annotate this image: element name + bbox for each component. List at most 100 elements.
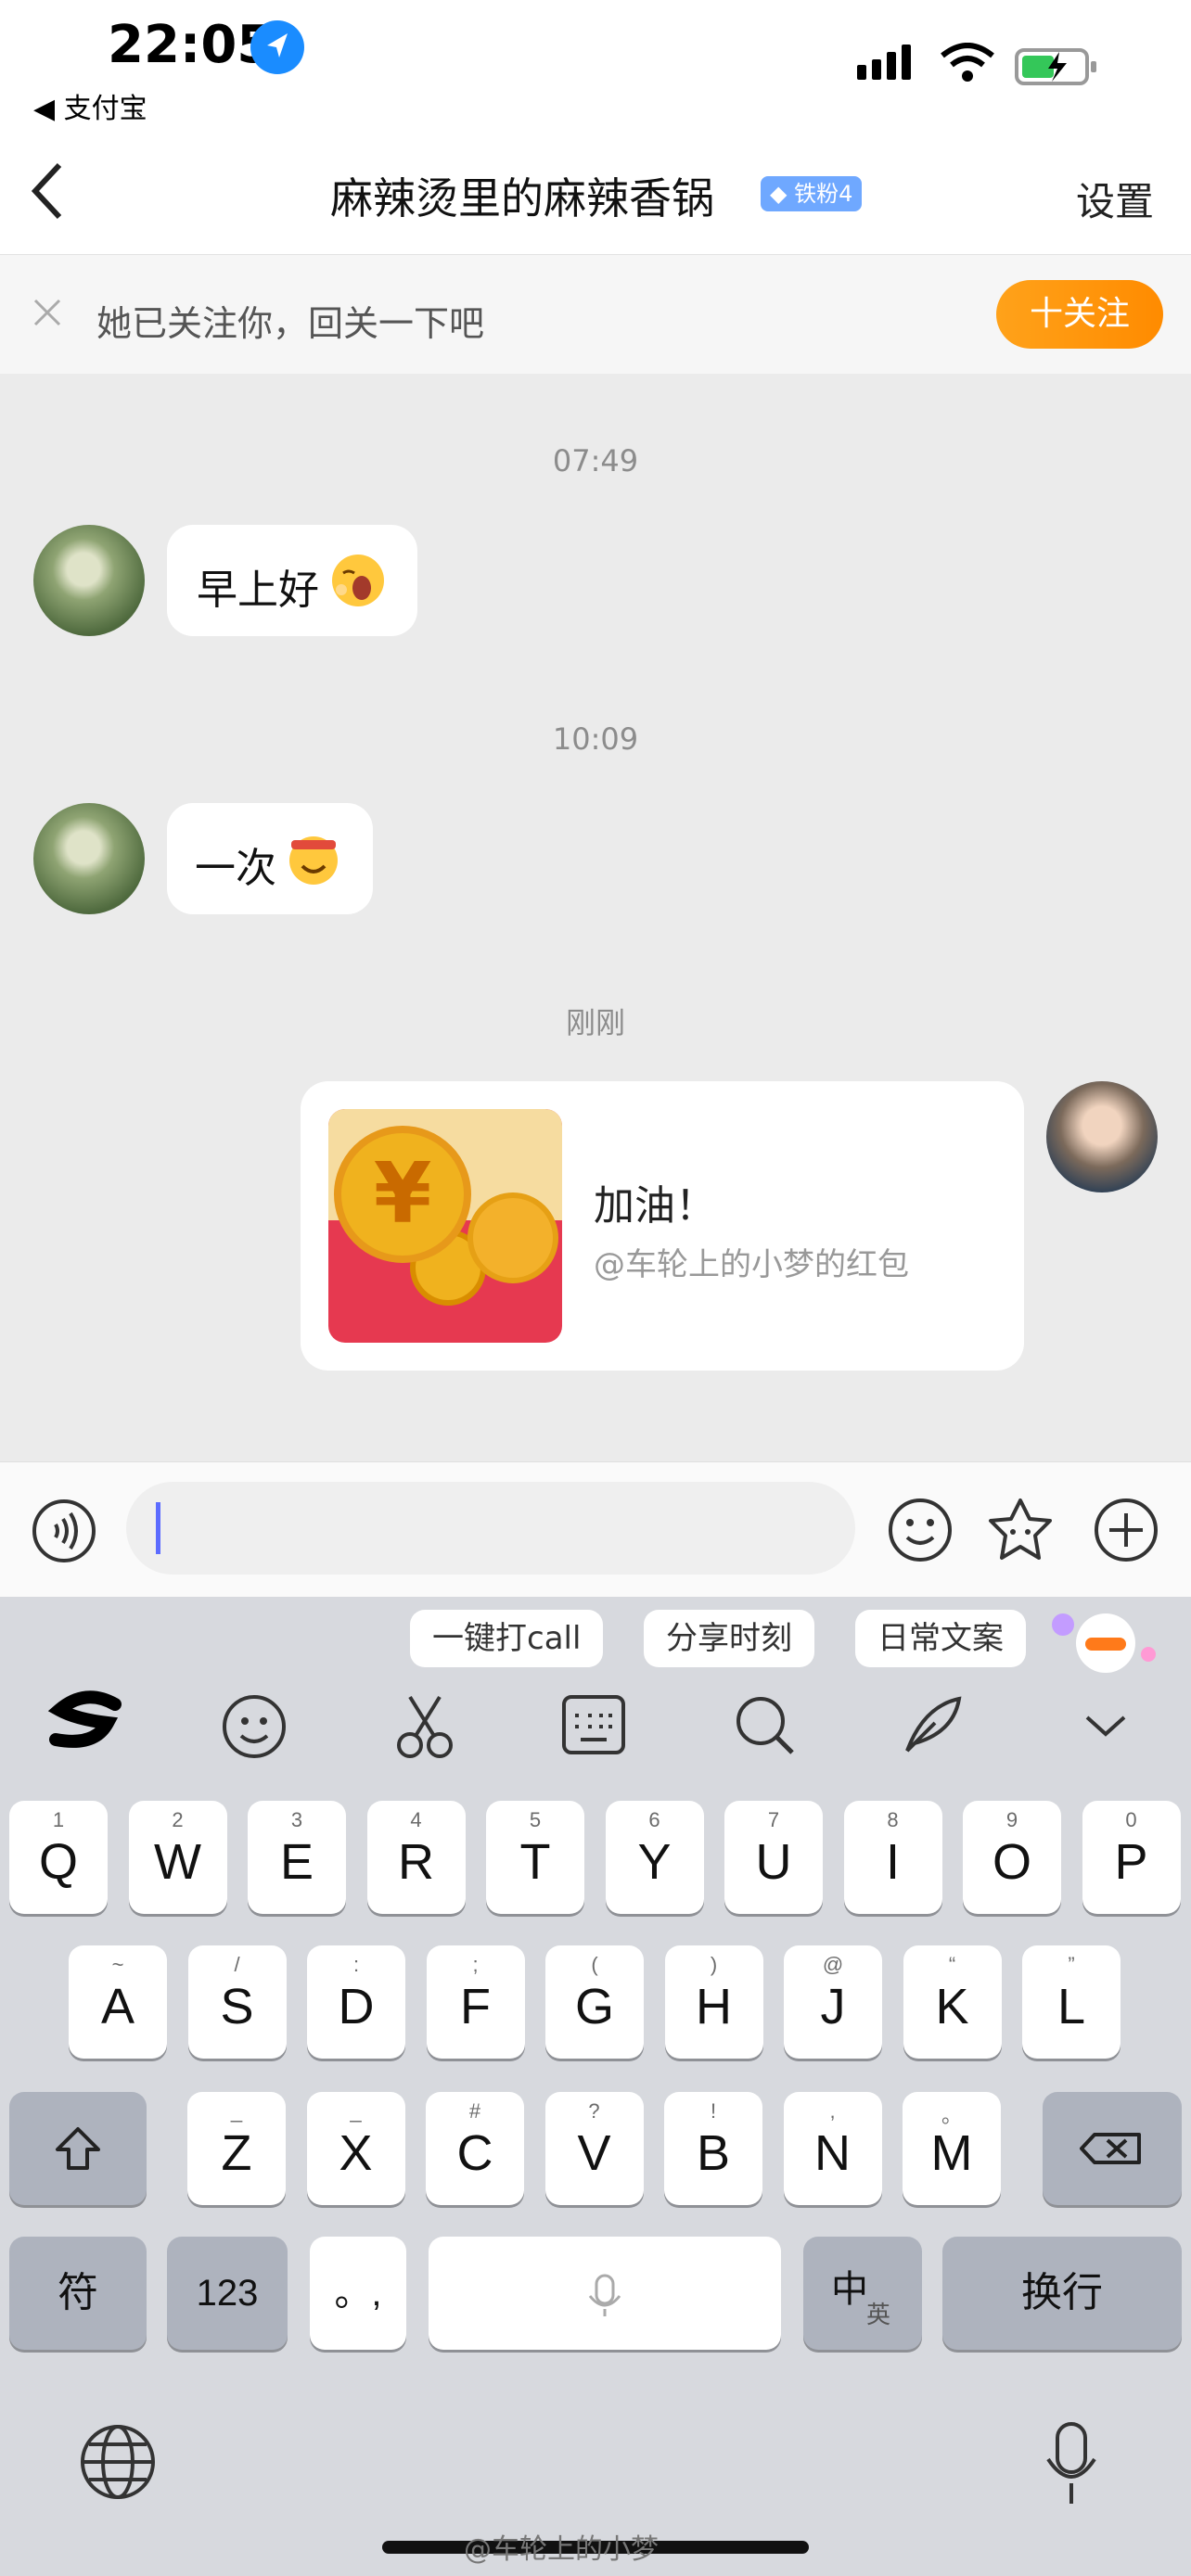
backspace-key[interactable] bbox=[1043, 2092, 1182, 2205]
chat-title: 麻辣烫里的麻辣香锅 bbox=[330, 173, 714, 223]
text-cursor bbox=[156, 1502, 160, 1554]
language-sub-label: 英 bbox=[866, 2301, 891, 2328]
key-h[interactable]: ) H bbox=[664, 1945, 763, 2059]
close-icon[interactable] bbox=[32, 297, 63, 328]
red-packet-title: 加油！ bbox=[594, 1182, 716, 1230]
key-label: M bbox=[930, 2125, 973, 2181]
message-bubble[interactable]: 早上好 bbox=[167, 525, 417, 636]
key-label: N bbox=[814, 2125, 851, 2181]
key-w[interactable]: 2W bbox=[128, 1801, 227, 1914]
coin-icon bbox=[467, 1192, 558, 1283]
key-hint: ? bbox=[588, 2099, 600, 2123]
sogou-logo-icon[interactable] bbox=[39, 1678, 132, 1771]
message-text: 早上好 bbox=[197, 567, 319, 614]
key-l[interactable]: ” L bbox=[1022, 1945, 1121, 2059]
timestamp: 07:49 bbox=[552, 443, 639, 478]
key-label: H bbox=[696, 1979, 732, 2034]
key-p[interactable]: 0P bbox=[1082, 1801, 1181, 1914]
key-y[interactable]: 6Y bbox=[605, 1801, 704, 1914]
key-label: Y bbox=[637, 1834, 672, 1890]
back-icon[interactable] bbox=[30, 161, 67, 221]
keyboard-layout-icon[interactable] bbox=[547, 1678, 640, 1771]
key-o[interactable]: 9O bbox=[963, 1801, 1061, 1914]
key-v[interactable]: ? V bbox=[544, 2092, 644, 2205]
suggestion-chip[interactable]: 分享时刻 bbox=[644, 1610, 814, 1667]
suggestion-chip[interactable]: 日常文案 bbox=[855, 1610, 1026, 1667]
battery-icon bbox=[1015, 46, 1100, 87]
avatar[interactable] bbox=[33, 803, 145, 914]
emoji-icon[interactable] bbox=[887, 1497, 954, 1563]
key-r[interactable]: 4R bbox=[366, 1801, 466, 1914]
language-switch-key[interactable]: 中 英 bbox=[803, 2237, 922, 2350]
key-f[interactable]: ; F bbox=[426, 1945, 525, 2059]
enter-key[interactable]: 换行 bbox=[942, 2237, 1182, 2350]
message-input[interactable] bbox=[126, 1482, 855, 1575]
key-hint: 7 bbox=[767, 1808, 780, 1831]
avatar[interactable] bbox=[33, 525, 145, 636]
watermark: @车轮上的小梦 bbox=[464, 2533, 659, 2566]
add-icon[interactable] bbox=[1093, 1497, 1159, 1563]
key-e[interactable]: 3E bbox=[248, 1801, 346, 1914]
signal-icon bbox=[855, 43, 918, 83]
scissors-icon[interactable] bbox=[378, 1678, 471, 1771]
sticker-icon[interactable] bbox=[985, 1495, 1056, 1565]
microphone-icon bbox=[588, 2274, 621, 2316]
emoji-keyboard-icon[interactable] bbox=[208, 1678, 301, 1771]
key-j[interactable]: @ J bbox=[784, 1945, 882, 2059]
key-z[interactable]: _ Z bbox=[187, 2092, 286, 2205]
key-hint: @ bbox=[822, 1953, 844, 1976]
key-hint: “ bbox=[948, 1953, 956, 1976]
key-label: W bbox=[154, 1834, 201, 1890]
key-i[interactable]: 8I bbox=[843, 1801, 942, 1914]
wifi-icon bbox=[939, 43, 996, 83]
punctuation-key[interactable]: 。, bbox=[310, 2237, 406, 2350]
key-label: Q bbox=[38, 1834, 78, 1890]
red-packet-subtitle: @车轮上的小梦的红包 bbox=[594, 1246, 909, 1283]
voice-icon[interactable] bbox=[32, 1498, 96, 1563]
symbol-key[interactable]: 符 bbox=[9, 2237, 147, 2350]
collapse-keyboard-icon[interactable] bbox=[1059, 1678, 1152, 1771]
message-bubble[interactable]: 一次 bbox=[167, 803, 373, 914]
key-k[interactable]: “K bbox=[903, 1945, 1002, 2059]
key-n[interactable]: ,N bbox=[783, 2092, 882, 2205]
key-m[interactable]: 。 M bbox=[903, 2092, 1001, 2205]
key-hint: 2 bbox=[172, 1808, 184, 1831]
mascot-icon[interactable] bbox=[1048, 1604, 1159, 1678]
key-u[interactable]: 7U bbox=[724, 1801, 823, 1914]
search-icon[interactable] bbox=[718, 1678, 811, 1771]
key-t[interactable]: 5T bbox=[486, 1801, 584, 1914]
key-q[interactable]: 1Q bbox=[9, 1801, 108, 1914]
key-b[interactable]: ! B bbox=[664, 2092, 762, 2205]
space-key[interactable] bbox=[429, 2237, 781, 2350]
key-d[interactable]: :D bbox=[307, 1945, 405, 2059]
dictation-icon[interactable] bbox=[1039, 2418, 1104, 2511]
key-hint: 8 bbox=[887, 1808, 899, 1831]
avatar[interactable] bbox=[1046, 1081, 1158, 1192]
key-label: O bbox=[992, 1834, 1031, 1890]
fan-badge: ◆ 铁粉4 bbox=[761, 176, 863, 211]
follow-button[interactable]: 十关注 bbox=[996, 280, 1163, 349]
back-to-app-link[interactable]: ◀ 支付宝 bbox=[33, 85, 147, 126]
key-hint: ! bbox=[710, 2099, 717, 2123]
globe-icon[interactable] bbox=[78, 2422, 158, 2502]
key-s[interactable]: / S bbox=[187, 1945, 287, 2059]
key-hint: 4 bbox=[410, 1808, 422, 1831]
key-hint: 5 bbox=[529, 1808, 542, 1831]
key-label: A bbox=[100, 1979, 135, 2034]
key-hint: : bbox=[352, 1953, 360, 1976]
key-c[interactable]: # C bbox=[426, 2092, 524, 2205]
number-key[interactable]: 123 bbox=[167, 2237, 288, 2350]
key-x[interactable]: _ X bbox=[306, 2092, 405, 2205]
suggestion-chip[interactable]: 一键打call bbox=[410, 1610, 604, 1667]
handwriting-icon[interactable] bbox=[887, 1678, 980, 1771]
key-hint: _ bbox=[350, 2099, 362, 2123]
key-hint: / bbox=[234, 1953, 240, 1976]
key-hint: ” bbox=[1068, 1953, 1075, 1976]
shift-key[interactable] bbox=[9, 2092, 147, 2205]
key-hint: 0 bbox=[1125, 1808, 1137, 1831]
key-hint: ) bbox=[710, 1953, 718, 1976]
key-hint: 9 bbox=[1005, 1808, 1018, 1831]
key-a[interactable]: ~ A bbox=[69, 1945, 167, 2059]
settings-button[interactable]: 设置 bbox=[1076, 171, 1154, 227]
key-g[interactable]: (G bbox=[545, 1945, 644, 2059]
